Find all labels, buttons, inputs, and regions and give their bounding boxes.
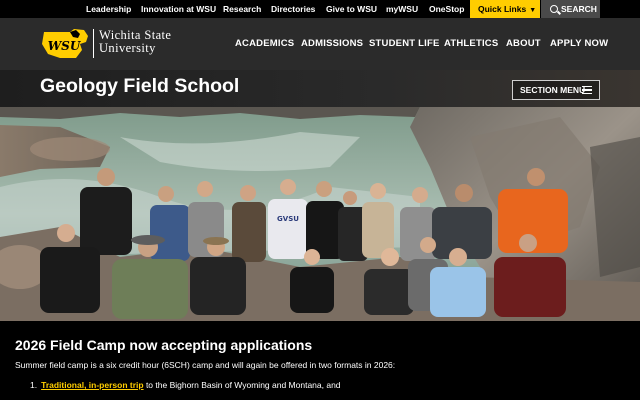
traditional-trip-link[interactable]: Traditional, in-person trip	[41, 380, 143, 390]
page-title: Geology Field School	[40, 75, 240, 97]
quick-links-button[interactable]: Quick Links ▼	[470, 0, 540, 18]
chevron-down-icon: ▼	[529, 7, 537, 14]
shirt-text: GVSU	[277, 215, 299, 223]
nav-about[interactable]: ABOUT	[506, 38, 541, 49]
search-label: SEARCH	[561, 4, 597, 14]
search-icon	[550, 5, 558, 13]
utility-link-give[interactable]: Give to WSU	[326, 0, 377, 18]
utility-link-directories[interactable]: Directories	[271, 0, 315, 18]
search-button[interactable]: SEARCH	[541, 0, 600, 18]
nav-athletics[interactable]: ATHLETICS	[444, 38, 498, 49]
utility-link-leadership[interactable]: Leadership	[86, 0, 131, 18]
nav-student-life[interactable]: STUDENT LIFE	[369, 38, 439, 49]
intro-paragraph: Summer field camp is a six credit hour (…	[15, 360, 396, 370]
hero-photo: GVSU	[0, 107, 640, 321]
nav-apply-now[interactable]: APPLY NOW	[550, 38, 608, 49]
nav-academics[interactable]: ACADEMICS	[235, 38, 294, 49]
utility-link-mywsu[interactable]: myWSU	[386, 0, 418, 18]
wordmark-line2: University	[99, 41, 156, 55]
list-item: 1. Traditional, in-person trip to the Big…	[30, 380, 341, 390]
university-wordmark[interactable]: Wichita State University	[99, 29, 171, 55]
list-item-text: to the Bighorn Basin of Wyoming and Mont…	[143, 380, 341, 390]
main-header: WSU Wichita State University ACADEMICS A…	[0, 18, 640, 70]
section-heading: 2026 Field Camp now accepting applicatio…	[15, 337, 313, 353]
utility-bar: Leadership Innovation at WSU Research Di…	[0, 0, 640, 18]
utility-link-innovation[interactable]: Innovation at WSU	[141, 0, 216, 18]
utility-link-onestop[interactable]: OneStop	[429, 0, 464, 18]
logo-divider	[93, 29, 94, 58]
logo-text: WSU	[48, 39, 82, 53]
utility-link-research[interactable]: Research	[223, 0, 261, 18]
group-photo-illustration: GVSU	[0, 107, 640, 321]
section-menu-label: SECTION MENU	[520, 85, 586, 95]
quick-links-label: Quick Links	[478, 4, 527, 14]
hamburger-icon	[582, 86, 592, 94]
section-menu-button[interactable]: SECTION MENU	[512, 80, 600, 100]
wsu-shocker-logo[interactable]: WSU	[40, 28, 92, 60]
list-number: 1.	[30, 380, 38, 390]
nav-admissions[interactable]: ADMISSIONS	[301, 38, 363, 49]
